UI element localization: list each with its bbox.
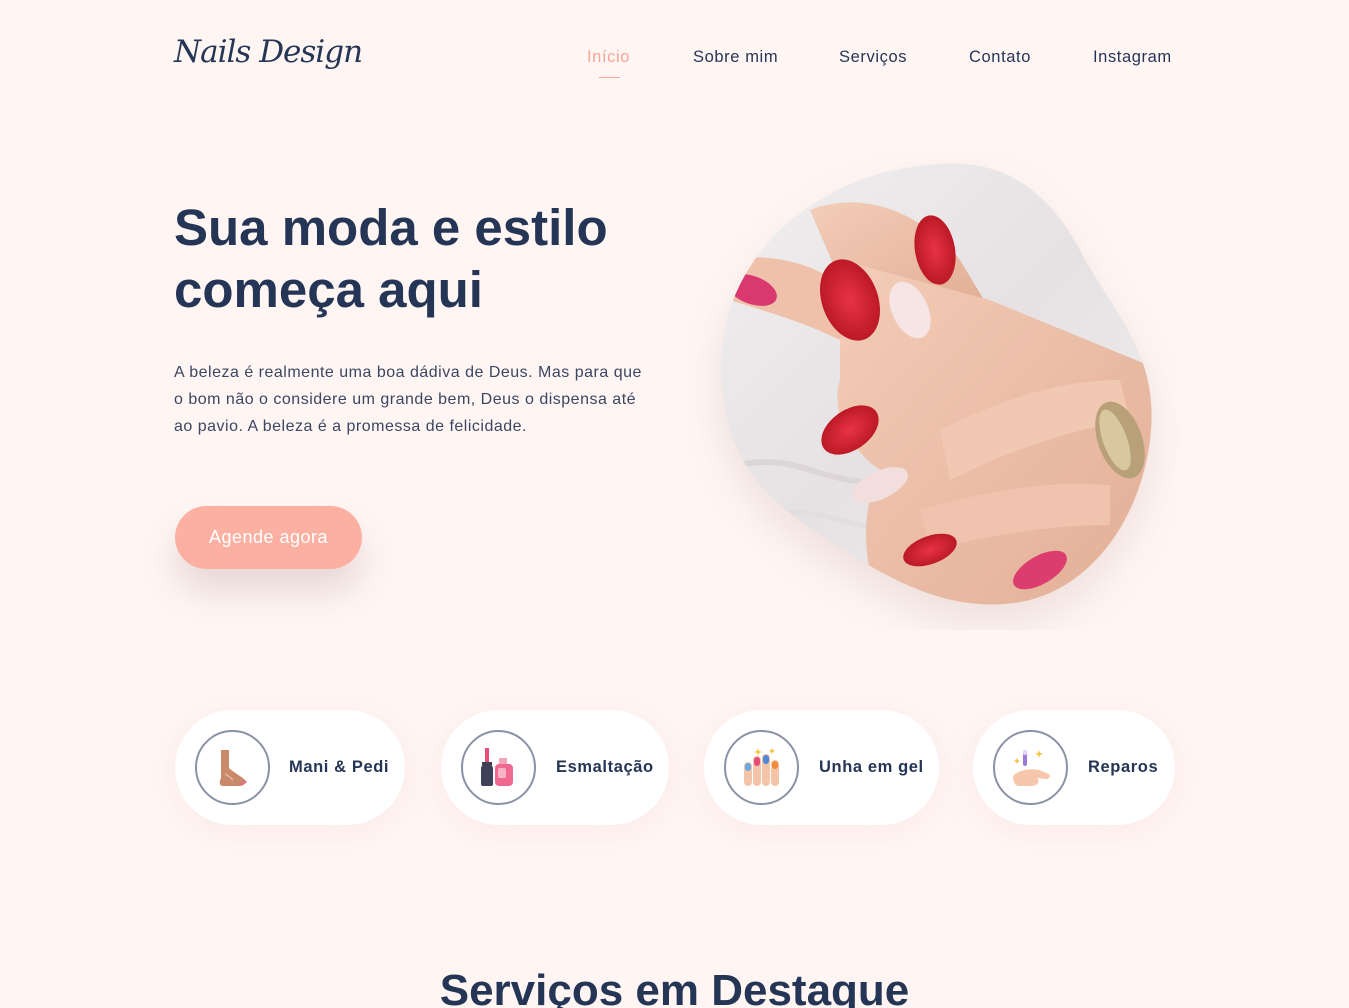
service-label-mani-pedi: Mani & Pedi bbox=[289, 758, 390, 776]
nav-link-inicio[interactable]: Início bbox=[587, 48, 630, 67]
hero-title: Sua moda e estilo começa aqui bbox=[174, 197, 694, 321]
nav-link-contato[interactable]: Contato bbox=[969, 48, 1031, 67]
nav-link-instagram[interactable]: Instagram bbox=[1093, 48, 1172, 67]
nail-polish-icon bbox=[461, 730, 536, 805]
service-label-esmaltacao: Esmaltação bbox=[556, 758, 654, 776]
service-card-reparos[interactable]: Reparos bbox=[973, 710, 1175, 825]
foot-icon bbox=[195, 730, 270, 805]
schedule-button[interactable]: Agende agora bbox=[175, 506, 362, 569]
service-card-unha-em-gel[interactable]: Unha em gel bbox=[704, 710, 939, 825]
manicured-hand-photo bbox=[720, 163, 1152, 625]
service-card-esmaltacao[interactable]: Esmaltação bbox=[441, 710, 669, 825]
active-nav-underline bbox=[599, 77, 620, 78]
service-label-reparos: Reparos bbox=[1088, 758, 1159, 776]
main-nav: Início Sobre mim Serviços Contato Instag… bbox=[0, 48, 1349, 78]
service-card-mani-pedi[interactable]: Mani & Pedi bbox=[175, 710, 405, 825]
nail-repair-icon bbox=[993, 730, 1068, 805]
nav-link-servicos[interactable]: Serviços bbox=[839, 48, 907, 67]
hero-title-line-2: começa aqui bbox=[174, 261, 483, 318]
hero-description: A beleza é realmente uma boa dádiva de D… bbox=[174, 364, 642, 435]
featured-services-title: Serviços em Destaque bbox=[439, 966, 910, 1008]
hero-title-line-1: Sua moda e estilo bbox=[174, 199, 608, 256]
service-label-unha-em-gel: Unha em gel bbox=[819, 758, 924, 776]
gel-nails-icon bbox=[724, 730, 799, 805]
hero-image bbox=[690, 150, 1180, 630]
nav-link-sobre-mim[interactable]: Sobre mim bbox=[693, 48, 778, 67]
